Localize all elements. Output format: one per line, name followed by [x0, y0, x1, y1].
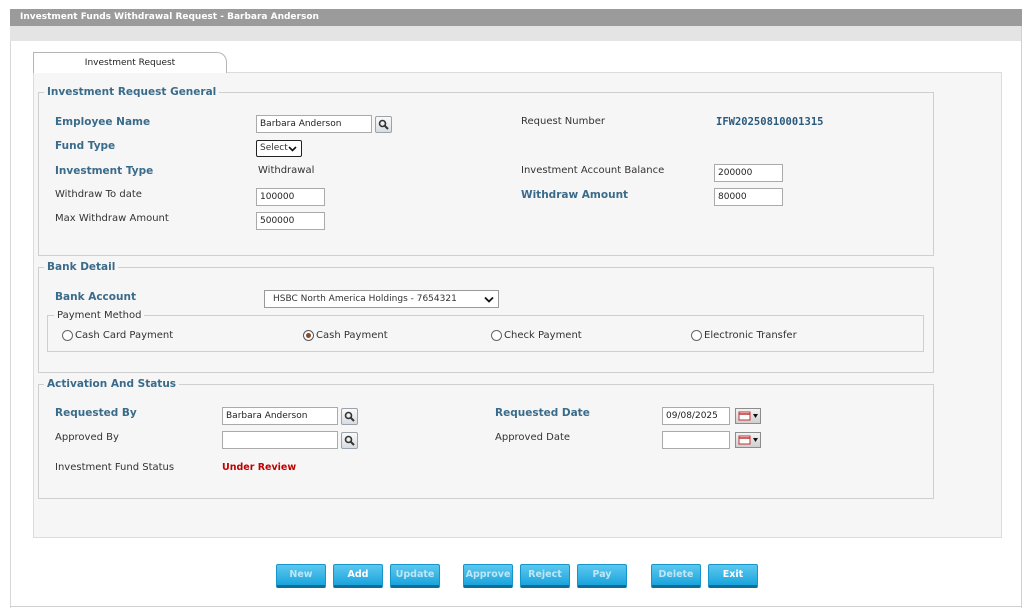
payment-method-legend: Payment Method	[54, 309, 145, 322]
radio-electronic-transfer[interactable]: Electronic Transfer	[691, 330, 797, 342]
activation-fieldset	[38, 384, 934, 499]
status-badge: Under Review	[222, 462, 297, 473]
bank-legend: Bank Detail	[44, 261, 119, 274]
search-icon	[344, 435, 355, 446]
activation-legend: Activation And Status	[44, 378, 180, 391]
pay-button[interactable]: Pay	[577, 564, 627, 588]
approved-date-picker[interactable]	[735, 432, 761, 448]
window-title: Investment Funds Withdrawal Request - Ba…	[10, 9, 1022, 26]
employee-search-button[interactable]	[375, 116, 392, 133]
account-balance-field[interactable]: 200000	[714, 164, 783, 182]
status-label: Investment Fund Status	[55, 462, 175, 473]
calendar-icon	[738, 435, 758, 445]
radio-label: Check Payment	[504, 330, 582, 341]
chevron-down-icon	[484, 296, 494, 303]
bank-account-select[interactable]: HSBC North America Holdings - 7654321	[264, 290, 499, 308]
frame-border-left	[10, 41, 11, 608]
investment-type-value: Withdrawal	[258, 165, 315, 176]
add-button[interactable]: Add	[333, 564, 383, 588]
account-balance-label: Investment Account Balance	[521, 165, 665, 176]
requested-date-picker[interactable]	[735, 408, 761, 424]
radio-label: Cash Payment	[316, 330, 388, 341]
approved-by-search-button[interactable]	[341, 432, 358, 449]
request-number-label: Request Number	[521, 116, 605, 127]
request-number-value: IFW20250810001315	[716, 116, 824, 128]
toolbar-strip	[10, 26, 1022, 41]
investment-type-label: Investment Type	[55, 165, 154, 177]
fund-type-label: Fund Type	[55, 140, 116, 152]
requested-by-field[interactable]: Barbara Anderson	[222, 407, 338, 425]
radio-cash-card[interactable]: Cash Card Payment	[62, 330, 173, 342]
frame-border-right	[1021, 26, 1022, 608]
radio-label: Electronic Transfer	[704, 330, 797, 341]
radio-label: Cash Card Payment	[75, 330, 174, 341]
requested-by-label: Requested By	[55, 407, 137, 419]
exit-button[interactable]: Exit	[708, 564, 758, 588]
radio-button[interactable]	[62, 330, 73, 341]
delete-button[interactable]: Delete	[651, 564, 701, 588]
reject-button[interactable]: Reject	[520, 564, 570, 588]
withdraw-amount-label: Withdraw Amount	[521, 189, 629, 201]
radio-cash-payment[interactable]: Cash Payment	[303, 330, 388, 342]
radio-button[interactable]	[491, 330, 502, 341]
chevron-down-icon	[288, 146, 297, 152]
withdraw-to-date-field[interactable]: 100000	[256, 188, 325, 206]
approved-by-label: Approved By	[55, 432, 119, 443]
radio-button-selected[interactable]	[303, 330, 314, 341]
max-withdraw-field[interactable]: 500000	[256, 212, 325, 230]
max-withdraw-label: Max Withdraw Amount	[55, 213, 169, 224]
bank-account-value: HSBC North America Holdings - 7654321	[273, 294, 457, 304]
employee-name-label: Employee Name	[55, 116, 151, 128]
withdraw-to-date-label: Withdraw To date	[55, 189, 142, 200]
approved-date-field[interactable]	[662, 431, 730, 449]
bank-account-label: Bank Account	[55, 291, 136, 303]
frame-border-bottom	[10, 606, 1022, 607]
requested-date-label: Requested Date	[495, 407, 590, 419]
fund-type-select[interactable]: Select	[256, 140, 302, 157]
general-legend: Investment Request General	[44, 86, 220, 99]
approved-date-label: Approved Date	[495, 432, 571, 443]
radio-button[interactable]	[691, 330, 702, 341]
requested-date-field[interactable]: 09/08/2025	[662, 407, 730, 425]
search-icon	[378, 119, 389, 130]
radio-check-payment[interactable]: Check Payment	[491, 330, 582, 342]
requested-by-search-button[interactable]	[341, 408, 358, 425]
employee-name-field[interactable]: Barbara Anderson	[256, 115, 372, 133]
tab-investment-request[interactable]: Investment Request	[33, 52, 227, 73]
update-button[interactable]: Update	[390, 564, 440, 588]
withdraw-amount-field[interactable]: 80000	[714, 188, 783, 206]
calendar-icon	[738, 411, 758, 421]
approve-button[interactable]: Approve	[463, 564, 513, 588]
new-button[interactable]: New	[276, 564, 326, 588]
search-icon	[344, 411, 355, 422]
fund-type-value: Select	[260, 143, 288, 153]
approved-by-field[interactable]	[222, 431, 338, 449]
